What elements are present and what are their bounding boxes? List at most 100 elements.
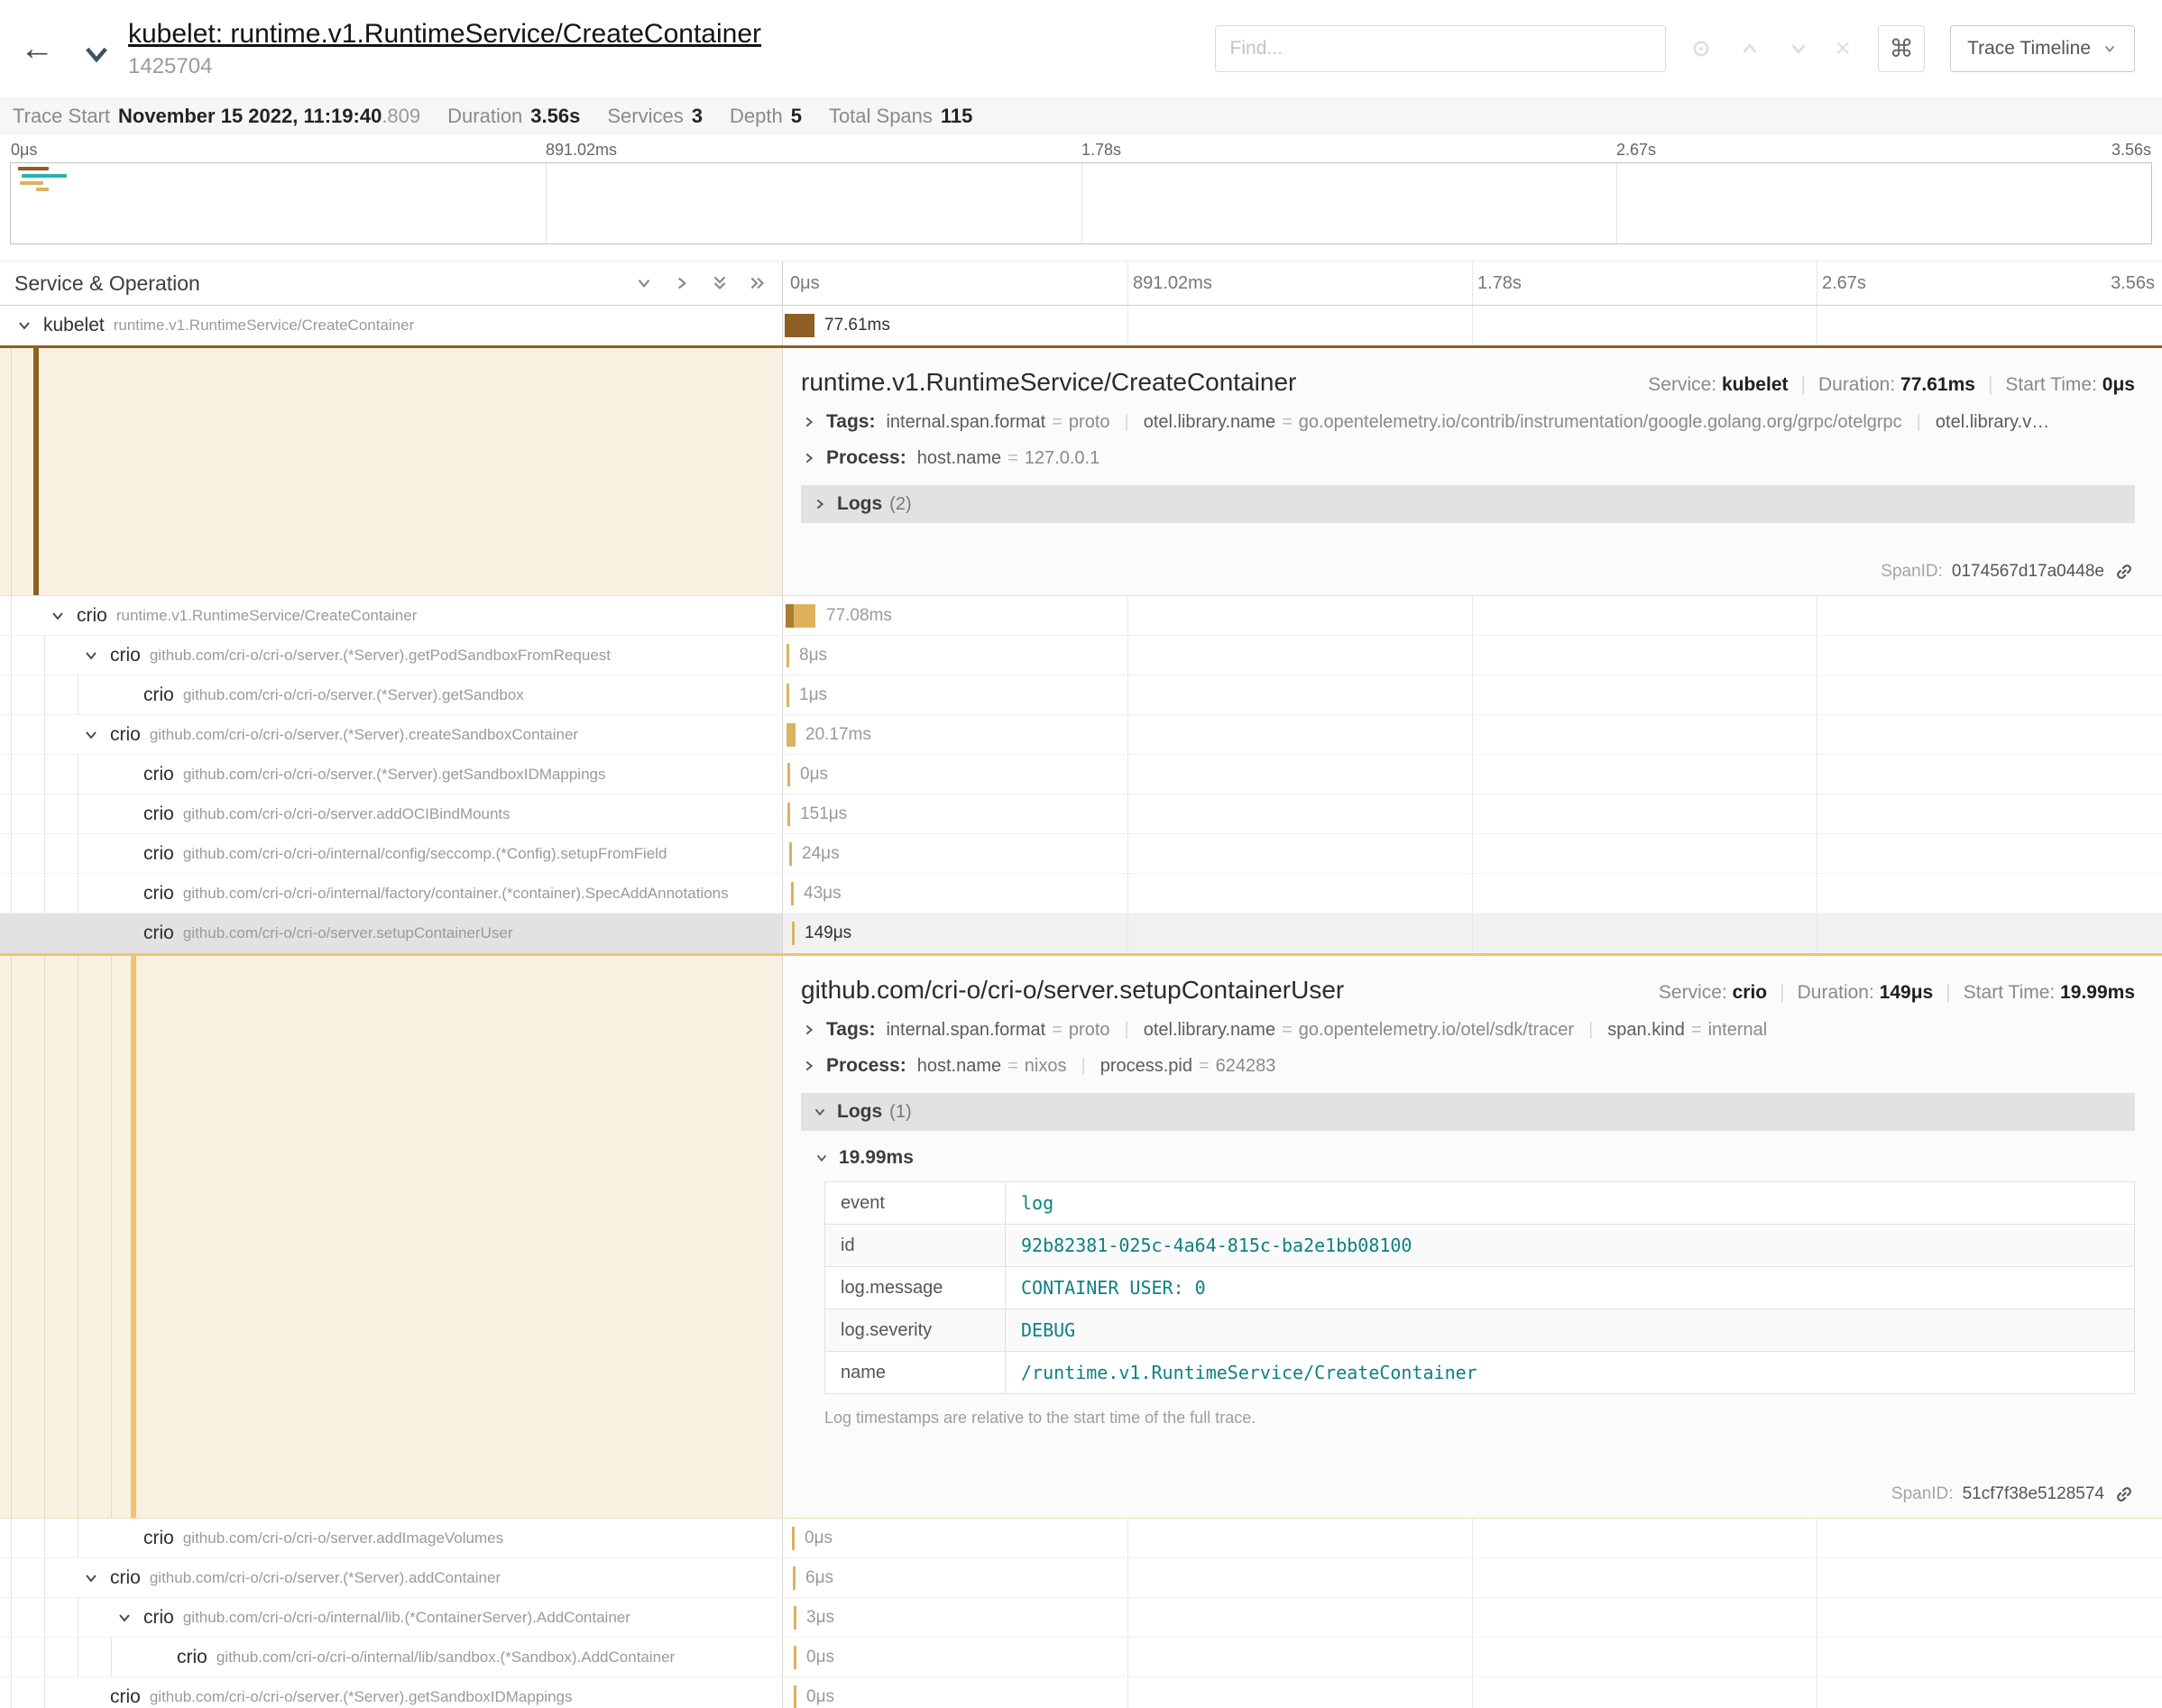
focus-match-icon[interactable]: [1689, 37, 1713, 60]
span-bar[interactable]: [789, 842, 792, 866]
span-bar[interactable]: [787, 763, 790, 786]
span-timeline-cell[interactable]: 149μs: [783, 914, 2162, 953]
logs-section-header[interactable]: Logs (1): [801, 1093, 2135, 1131]
indent-guide: [78, 1638, 111, 1676]
link-icon[interactable]: [2113, 1483, 2135, 1505]
span-name-cell[interactable]: crio github.com/cri-o/cri-o/server.(*Ser…: [0, 1677, 783, 1708]
span-bar[interactable]: [793, 1566, 796, 1590]
span-row[interactable]: crio github.com/cri-o/cri-o/server.addIm…: [0, 1519, 2162, 1558]
span-timeline-cell[interactable]: 8μs: [783, 636, 2162, 675]
span-bar[interactable]: [787, 803, 790, 826]
span-row[interactable]: crio github.com/cri-o/cri-o/server.(*Ser…: [0, 675, 2162, 715]
collapse-one-icon[interactable]: [634, 271, 654, 295]
span-bar[interactable]: [787, 644, 789, 667]
span-bar[interactable]: [787, 723, 796, 747]
chevron-right-icon: [801, 414, 817, 430]
span-name-cell[interactable]: kubelet runtime.v1.RuntimeService/Create…: [0, 306, 783, 345]
collapse-header-chevron-down-icon[interactable]: [81, 43, 112, 67]
span-children-toggle[interactable]: [78, 642, 105, 669]
span-children-toggle[interactable]: [11, 312, 38, 339]
span-detail-panel: runtime.v1.RuntimeService/CreateContaine…: [0, 345, 2162, 596]
span-name-cell[interactable]: crio github.com/cri-o/cri-o/server.(*Ser…: [0, 715, 783, 754]
expand-all-icon[interactable]: [748, 271, 768, 295]
tags-section-header[interactable]: Tags: internal.span.formatproto otel.lib…: [801, 411, 2135, 433]
find-input[interactable]: [1215, 25, 1666, 72]
span-name-cell[interactable]: crio github.com/cri-o/cri-o/server.(*Ser…: [0, 636, 783, 675]
span-row[interactable]: crio github.com/cri-o/cri-o/internal/lib…: [0, 1638, 2162, 1677]
span-timeline-cell[interactable]: 6μs: [783, 1558, 2162, 1597]
clear-find-icon[interactable]: ×: [1835, 35, 1852, 62]
trace-title-link[interactable]: kubelet: runtime.v1.RuntimeService/Creat…: [128, 19, 761, 50]
span-bar[interactable]: [785, 314, 814, 337]
span-service: crio: [177, 1647, 207, 1668]
span-row[interactable]: kubelet runtime.v1.RuntimeService/Create…: [0, 306, 2162, 345]
indent-guide: [11, 1677, 44, 1708]
span-bar[interactable]: [787, 684, 789, 707]
minimap-span: [20, 181, 43, 185]
keyboard-shortcuts-button[interactable]: ⌘: [1878, 25, 1925, 72]
span-row[interactable]: crio runtime.v1.RuntimeService/CreateCon…: [0, 596, 2162, 636]
span-row[interactable]: crio github.com/cri-o/cri-o/internal/fac…: [0, 874, 2162, 914]
span-children-toggle[interactable]: [44, 602, 71, 629]
span-bar[interactable]: [792, 922, 795, 945]
log-entry-header[interactable]: 19.99ms: [814, 1147, 2135, 1169]
trace-view-select[interactable]: Trace Timeline: [1950, 25, 2135, 72]
span-color-accent: [131, 956, 136, 1518]
span-bar[interactable]: [794, 1646, 796, 1669]
span-name-cell[interactable]: crio github.com/cri-o/cri-o/server.(*Ser…: [0, 755, 783, 794]
minimap-span: [36, 188, 49, 191]
span-operation: runtime.v1.RuntimeService/CreateContaine…: [116, 607, 418, 625]
span-timeline-cell[interactable]: 151μs: [783, 794, 2162, 833]
span-timeline-cell[interactable]: 77.61ms: [783, 306, 2162, 345]
span-name-cell[interactable]: crio github.com/cri-o/cri-o/server.addOC…: [0, 794, 783, 833]
span-timeline-cell[interactable]: 24μs: [783, 834, 2162, 873]
span-timeline-cell[interactable]: 0μs: [783, 1519, 2162, 1557]
span-timeline-cell[interactable]: 3μs: [783, 1598, 2162, 1637]
span-bar[interactable]: [791, 882, 794, 905]
back-button[interactable]: ←: [20, 30, 67, 69]
span-row[interactable]: crio github.com/cri-o/cri-o/server.(*Ser…: [0, 715, 2162, 755]
span-timeline-cell[interactable]: 43μs: [783, 874, 2162, 913]
span-row[interactable]: crio github.com/cri-o/cri-o/server.(*Ser…: [0, 1677, 2162, 1708]
span-name-cell[interactable]: crio github.com/cri-o/cri-o/server.addIm…: [0, 1519, 783, 1557]
span-name-cell[interactable]: crio runtime.v1.RuntimeService/CreateCon…: [0, 596, 783, 635]
span-bar[interactable]: [792, 1527, 795, 1550]
span-name-cell[interactable]: crio github.com/cri-o/cri-o/server.setup…: [0, 914, 783, 953]
link-icon[interactable]: [2113, 561, 2135, 583]
span-name-cell[interactable]: crio github.com/cri-o/cri-o/server.(*Ser…: [0, 1558, 783, 1597]
span-name-cell[interactable]: crio github.com/cri-o/cri-o/internal/lib…: [0, 1598, 783, 1637]
span-children-toggle[interactable]: [111, 1604, 138, 1631]
span-children-toggle[interactable]: [78, 721, 105, 748]
span-row[interactable]: crio github.com/cri-o/cri-o/internal/lib…: [0, 1598, 2162, 1638]
span-timeline-cell[interactable]: 0μs: [783, 1638, 2162, 1676]
span-timeline-cell[interactable]: 77.08ms: [783, 596, 2162, 635]
next-match-icon[interactable]: [1787, 37, 1810, 60]
span-name-cell[interactable]: crio github.com/cri-o/cri-o/internal/fac…: [0, 874, 783, 913]
expand-one-icon[interactable]: [672, 271, 692, 295]
process-section-header[interactable]: Process: host.name127.0.0.1: [801, 447, 2135, 469]
span-operation: github.com/cri-o/cri-o/server.setupConta…: [183, 924, 513, 942]
span-row[interactable]: crio github.com/cri-o/cri-o/internal/con…: [0, 834, 2162, 874]
span-name-cell[interactable]: crio github.com/cri-o/cri-o/internal/con…: [0, 834, 783, 873]
span-name-cell[interactable]: crio github.com/cri-o/cri-o/internal/lib…: [0, 1638, 783, 1676]
span-timeline-cell[interactable]: 0μs: [783, 1677, 2162, 1708]
span-row[interactable]: crio github.com/cri-o/cri-o/server.(*Ser…: [0, 1558, 2162, 1598]
span-bar[interactable]: [794, 1606, 796, 1630]
process-section-header[interactable]: Process: host.namenixos process.pid62428…: [801, 1055, 2135, 1077]
span-name-cell[interactable]: crio github.com/cri-o/cri-o/server.(*Ser…: [0, 675, 783, 714]
span-row-selected[interactable]: crio github.com/cri-o/cri-o/server.setup…: [0, 914, 2162, 953]
tags-section-header[interactable]: Tags: internal.span.formatproto otel.lib…: [801, 1019, 2135, 1041]
span-children-toggle[interactable]: [78, 1565, 105, 1592]
collapse-all-icon[interactable]: [710, 271, 730, 295]
trace-minimap[interactable]: [10, 162, 2152, 244]
span-row[interactable]: crio github.com/cri-o/cri-o/server.addOC…: [0, 794, 2162, 834]
logs-section-header[interactable]: Logs (2): [801, 485, 2135, 523]
span-timeline-cell[interactable]: 0μs: [783, 755, 2162, 794]
span-row[interactable]: crio github.com/cri-o/cri-o/server.(*Ser…: [0, 755, 2162, 794]
span-timeline-cell[interactable]: 20.17ms: [783, 715, 2162, 754]
span-timeline-cell[interactable]: 1μs: [783, 675, 2162, 714]
span-row[interactable]: crio github.com/cri-o/cri-o/server.(*Ser…: [0, 636, 2162, 675]
chevron-down-icon: [49, 607, 67, 625]
span-bar[interactable]: [794, 1685, 796, 1708]
previous-match-icon[interactable]: [1738, 37, 1762, 60]
